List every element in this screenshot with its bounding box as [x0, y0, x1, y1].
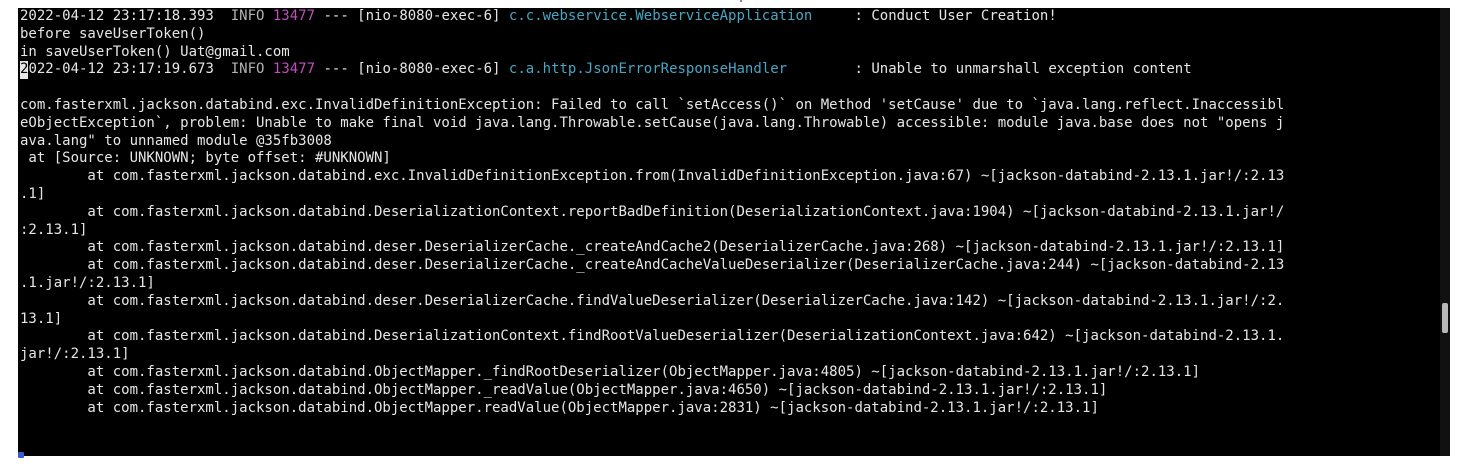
log-segment: .1.jar!/:2.13.1]	[20, 274, 155, 291]
log-line: eObjectException`, problem: Unable to ma…	[20, 115, 1284, 133]
log-line: 13.1]	[20, 311, 1284, 329]
log-line: jar!/:2.13.1]	[20, 346, 1284, 364]
log-segment: INFO	[230, 61, 273, 78]
log-segment: in saveUserToken() Uat@gmail.com	[20, 43, 290, 60]
log-segment: at com.fasterxml.jackson.databind.Object…	[20, 399, 1099, 416]
scrollbar-thumb[interactable]	[1442, 303, 1448, 333]
log-line: at com.fasterxml.jackson.databind.deser.…	[20, 257, 1284, 275]
log-line: at com.fasterxml.jackson.databind.deser.…	[20, 239, 1284, 257]
log-segment: c.a.http.JsonErrorResponseHandler	[508, 61, 788, 78]
log-line: at [Source: UNKNOWN; byte offset: #UNKNO…	[20, 150, 1284, 168]
log-line: at com.fasterxml.jackson.databind.Object…	[20, 364, 1284, 382]
log-line: at com.fasterxml.jackson.databind.deser.…	[20, 293, 1284, 311]
log-segment: at com.fasterxml.jackson.databind.Deseri…	[20, 328, 1285, 345]
terminal-window[interactable]: 2022-04-12 23:17:18.393 INFO 13477 --- […	[18, 8, 1448, 456]
log-segment: :2.13.1]	[20, 221, 88, 238]
log-segment: at com.fasterxml.jackson.databind.deser.…	[20, 239, 1285, 256]
log-line: in saveUserToken() Uat@gmail.com	[20, 44, 1284, 62]
log-segment: eObjectException`, problem: Unable to ma…	[20, 114, 1285, 131]
log-line: at com.fasterxml.jackson.databind.Deseri…	[20, 328, 1284, 346]
log-segment: at com.fasterxml.jackson.databind.Deseri…	[20, 203, 1285, 220]
log-line: .1]	[20, 186, 1284, 204]
scrollbar-track[interactable]	[1440, 8, 1450, 456]
log-line: 2022-04-12 23:17:19.673 INFO 13477 --- […	[20, 61, 1284, 80]
log-line: before saveUserToken()	[20, 26, 1284, 44]
log-line: 2022-04-12 23:17:18.393 INFO 13477 --- […	[20, 8, 1284, 26]
log-segment: at com.fasterxml.jackson.databind.deser.…	[20, 257, 1285, 274]
log-line: com.fasterxml.jackson.databind.exc.Inval…	[20, 97, 1284, 115]
log-segment: at com.fasterxml.jackson.databind.Object…	[20, 363, 1201, 380]
log-line: at com.fasterxml.jackson.databind.Object…	[20, 382, 1284, 400]
log-segment: at com.fasterxml.jackson.databind.exc.In…	[20, 168, 1285, 185]
log-segment: 13477	[272, 8, 316, 24]
log-segment: 2022-04-12 23:17:18.393	[20, 8, 231, 24]
log-segment: before saveUserToken()	[20, 25, 206, 42]
log-segment: c.c.webservice.WebserviceApplication	[508, 8, 813, 24]
log-segment: INFO	[230, 8, 273, 24]
log-line: ava.lang" to unnamed module @35fb3008	[20, 133, 1284, 151]
corner-icon	[18, 452, 24, 458]
decor-dot	[740, 0, 742, 2]
log-segment: 13.1]	[20, 310, 63, 327]
log-segment: ava.lang" to unnamed module @35fb3008	[20, 132, 332, 149]
log-segment: .1]	[20, 185, 46, 202]
log-line: :2.13.1]	[20, 222, 1284, 240]
log-segment: at [Source: UNKNOWN; byte offset: #UNKNO…	[20, 150, 391, 167]
log-line: at com.fasterxml.jackson.databind.exc.In…	[20, 168, 1284, 186]
log-segment: : Unable to unmarshall exception content	[787, 61, 1192, 78]
log-segment: : Conduct User Creation!	[812, 8, 1057, 24]
log-line: .1.jar!/:2.13.1]	[20, 275, 1284, 293]
screen: 2022-04-12 23:17:18.393 INFO 13477 --- […	[0, 0, 1479, 469]
log-segment: at com.fasterxml.jackson.databind.Object…	[20, 381, 1108, 398]
terminal-output[interactable]: 2022-04-12 23:17:18.393 INFO 13477 --- […	[20, 8, 1284, 417]
log-segment: --- [nio-8080-exec-6]	[315, 8, 509, 24]
log-segment: --- [nio-8080-exec-6]	[315, 61, 509, 78]
log-line: at com.fasterxml.jackson.databind.Object…	[20, 400, 1284, 418]
log-segment: jar!/:2.13.1]	[20, 346, 130, 363]
log-segment: at com.fasterxml.jackson.databind.deser.…	[20, 292, 1285, 309]
log-segment: 13477	[272, 61, 316, 78]
log-segment: com.fasterxml.jackson.databind.exc.Inval…	[20, 96, 1285, 113]
log-segment: 022-04-12 23:17:19.673	[28, 61, 231, 78]
log-line: at com.fasterxml.jackson.databind.Deseri…	[20, 204, 1284, 222]
